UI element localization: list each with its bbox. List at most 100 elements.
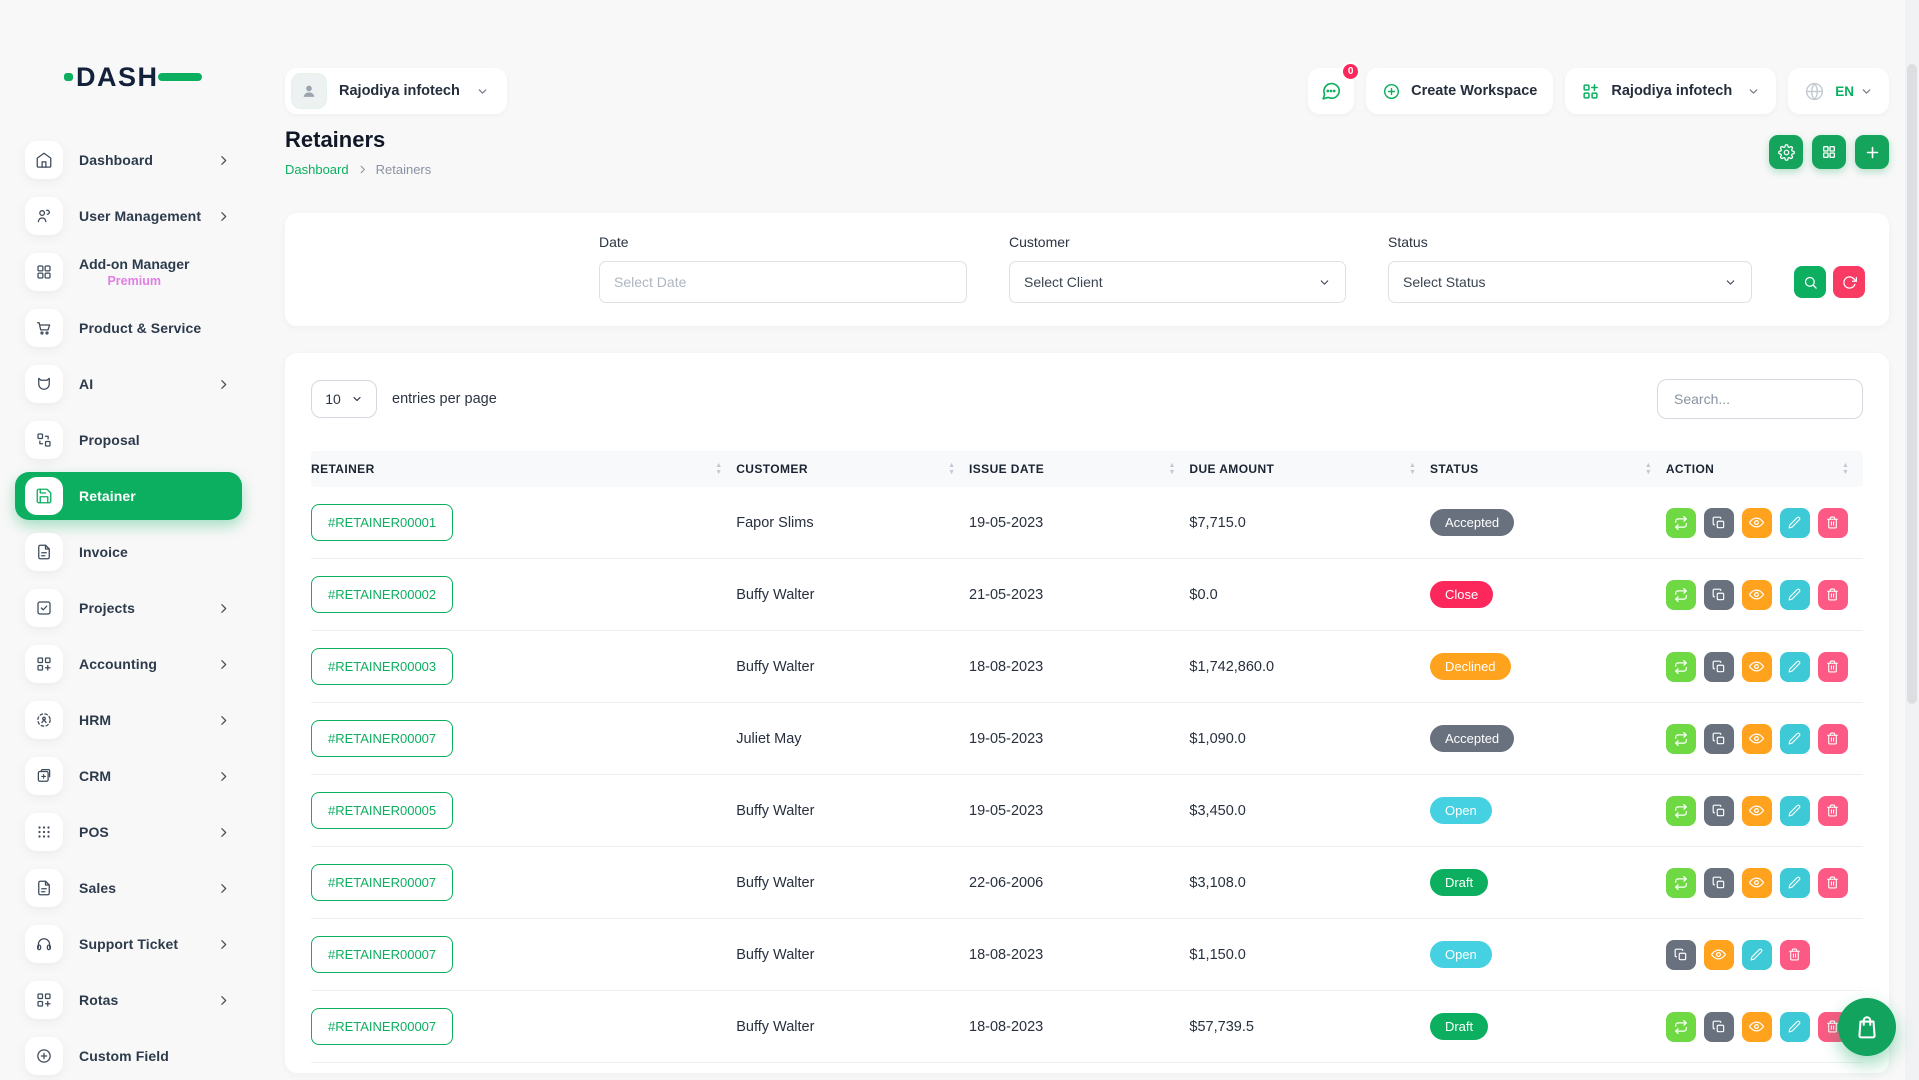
duplicate-button[interactable] <box>1704 1012 1734 1042</box>
breadcrumb-dashboard-link[interactable]: Dashboard <box>285 162 349 177</box>
add-retainer-button[interactable] <box>1855 135 1889 169</box>
view-button[interactable] <box>1704 940 1734 970</box>
sidebar-item-projects[interactable]: Projects <box>15 584 242 632</box>
sidebar-item-sales[interactable]: Sales <box>15 864 242 912</box>
delete-button[interactable] <box>1818 868 1848 898</box>
brand-logo[interactable]: DASH <box>64 58 258 94</box>
sidebar-item-label: AI <box>79 376 93 392</box>
sidebar-item-ai[interactable]: AI <box>15 360 242 408</box>
filter-customer-label: Customer <box>1009 234 1346 250</box>
view-button[interactable] <box>1742 1012 1772 1042</box>
trash-icon <box>1826 732 1839 745</box>
retainer-number-button[interactable]: #RETAINER00007 <box>311 720 453 757</box>
sidebar-item-addon-manager[interactable]: Add-on Manager Premium <box>15 248 242 296</box>
edit-button[interactable] <box>1780 796 1810 826</box>
sidebar-item-hrm[interactable]: HRM <box>15 696 242 744</box>
convert-button[interactable] <box>1666 508 1696 538</box>
sidebar-item-support-ticket[interactable]: Support Ticket <box>15 920 242 968</box>
edit-button[interactable] <box>1780 580 1810 610</box>
convert-button[interactable] <box>1666 724 1696 754</box>
messages-button[interactable]: 0 <box>1308 68 1354 114</box>
edit-button[interactable] <box>1780 1012 1810 1042</box>
retainer-number-button[interactable]: #RETAINER00007 <box>311 1008 453 1045</box>
view-button[interactable] <box>1742 724 1772 754</box>
view-button[interactable] <box>1742 508 1772 538</box>
settings-button[interactable] <box>1769 135 1803 169</box>
trash-icon <box>1826 804 1839 817</box>
retainer-number-button[interactable]: #RETAINER00007 <box>311 864 453 901</box>
view-button[interactable] <box>1742 868 1772 898</box>
status-select[interactable]: Select Status <box>1388 261 1752 303</box>
sort-icon[interactable]: ▲▼ <box>1645 463 1652 476</box>
delete-button[interactable] <box>1818 724 1848 754</box>
sidebar-item-proposal[interactable]: Proposal <box>15 416 242 464</box>
layout-grid-button[interactable] <box>1812 135 1846 169</box>
duplicate-button[interactable] <box>1704 652 1734 682</box>
delete-button[interactable] <box>1818 796 1848 826</box>
sidebar-item-rotas[interactable]: Rotas <box>15 976 242 1024</box>
create-workspace-button[interactable]: Create Workspace <box>1366 68 1553 114</box>
issue-date-cell: 18-08-2023 <box>969 659 1189 675</box>
scrollbar-thumb[interactable] <box>1907 64 1917 704</box>
workspace-menu[interactable]: Rajodiya infotech <box>1565 68 1776 114</box>
edit-button[interactable] <box>1742 940 1772 970</box>
edit-button[interactable] <box>1780 724 1810 754</box>
sidebar: DASH Dashboard User Management Add-on Ma… <box>0 0 258 1080</box>
sidebar-item-dashboard[interactable]: Dashboard <box>15 136 242 184</box>
retainer-number-button[interactable]: #RETAINER00003 <box>311 648 453 685</box>
edit-button[interactable] <box>1780 652 1810 682</box>
sort-icon[interactable]: ▲▼ <box>715 463 722 476</box>
view-button[interactable] <box>1742 652 1772 682</box>
sort-icon[interactable]: ▲▼ <box>1168 463 1175 476</box>
duplicate-button[interactable] <box>1704 868 1734 898</box>
language-menu[interactable]: EN <box>1788 68 1889 114</box>
convert-button[interactable] <box>1666 580 1696 610</box>
language-label: EN <box>1835 84 1854 99</box>
retainer-number-button[interactable]: #RETAINER00001 <box>311 504 453 541</box>
retainer-number-button[interactable]: #RETAINER00007 <box>311 936 453 973</box>
date-input[interactable] <box>599 261 967 303</box>
filter-reset-button[interactable] <box>1833 266 1865 298</box>
convert-button[interactable] <box>1666 652 1696 682</box>
view-button[interactable] <box>1742 580 1772 610</box>
sidebar-item-invoice[interactable]: Invoice <box>15 528 242 576</box>
duplicate-button[interactable] <box>1704 796 1734 826</box>
table-search-input[interactable] <box>1657 379 1863 419</box>
duplicate-button[interactable] <box>1704 724 1734 754</box>
sidebar-item-product-service[interactable]: Product & Service <box>15 304 242 352</box>
edit-button[interactable] <box>1780 508 1810 538</box>
delete-button[interactable] <box>1818 508 1848 538</box>
workspace-selector[interactable]: Rajodiya infotech <box>285 68 507 114</box>
eye-icon <box>1749 803 1764 818</box>
convert-button[interactable] <box>1666 868 1696 898</box>
sidebar-item-crm[interactable]: CRM <box>15 752 242 800</box>
filter-search-button[interactable] <box>1794 266 1826 298</box>
sidebar-item-accounting[interactable]: Accounting <box>15 640 242 688</box>
retainer-number-button[interactable]: #RETAINER00002 <box>311 576 453 613</box>
floating-cart-button[interactable] <box>1838 998 1896 1056</box>
duplicate-button[interactable] <box>1666 940 1696 970</box>
delete-button[interactable] <box>1818 652 1848 682</box>
due-amount-cell: $1,090.0 <box>1189 731 1430 747</box>
sort-icon[interactable]: ▲▼ <box>948 463 955 476</box>
sidebar-item-user-management[interactable]: User Management <box>15 192 242 240</box>
cart-icon <box>25 309 63 347</box>
convert-button[interactable] <box>1666 796 1696 826</box>
delete-button[interactable] <box>1818 580 1848 610</box>
copy-icon <box>1712 876 1726 890</box>
sidebar-item-retainer[interactable]: Retainer <box>15 472 242 520</box>
duplicate-button[interactable] <box>1704 508 1734 538</box>
sort-icon[interactable]: ▲▼ <box>1842 463 1849 476</box>
edit-button[interactable] <box>1780 868 1810 898</box>
sidebar-item-pos[interactable]: POS <box>15 808 242 856</box>
duplicate-button[interactable] <box>1704 580 1734 610</box>
convert-button[interactable] <box>1666 1012 1696 1042</box>
entries-per-page-select[interactable]: 10 <box>311 380 377 418</box>
view-button[interactable] <box>1742 796 1772 826</box>
customer-select[interactable]: Select Client <box>1009 261 1346 303</box>
page-scrollbar[interactable] <box>1905 0 1919 1080</box>
sidebar-item-custom-field[interactable]: Custom Field <box>15 1032 242 1080</box>
sort-icon[interactable]: ▲▼ <box>1409 463 1416 476</box>
retainer-number-button[interactable]: #RETAINER00005 <box>311 792 453 829</box>
delete-button[interactable] <box>1780 940 1810 970</box>
